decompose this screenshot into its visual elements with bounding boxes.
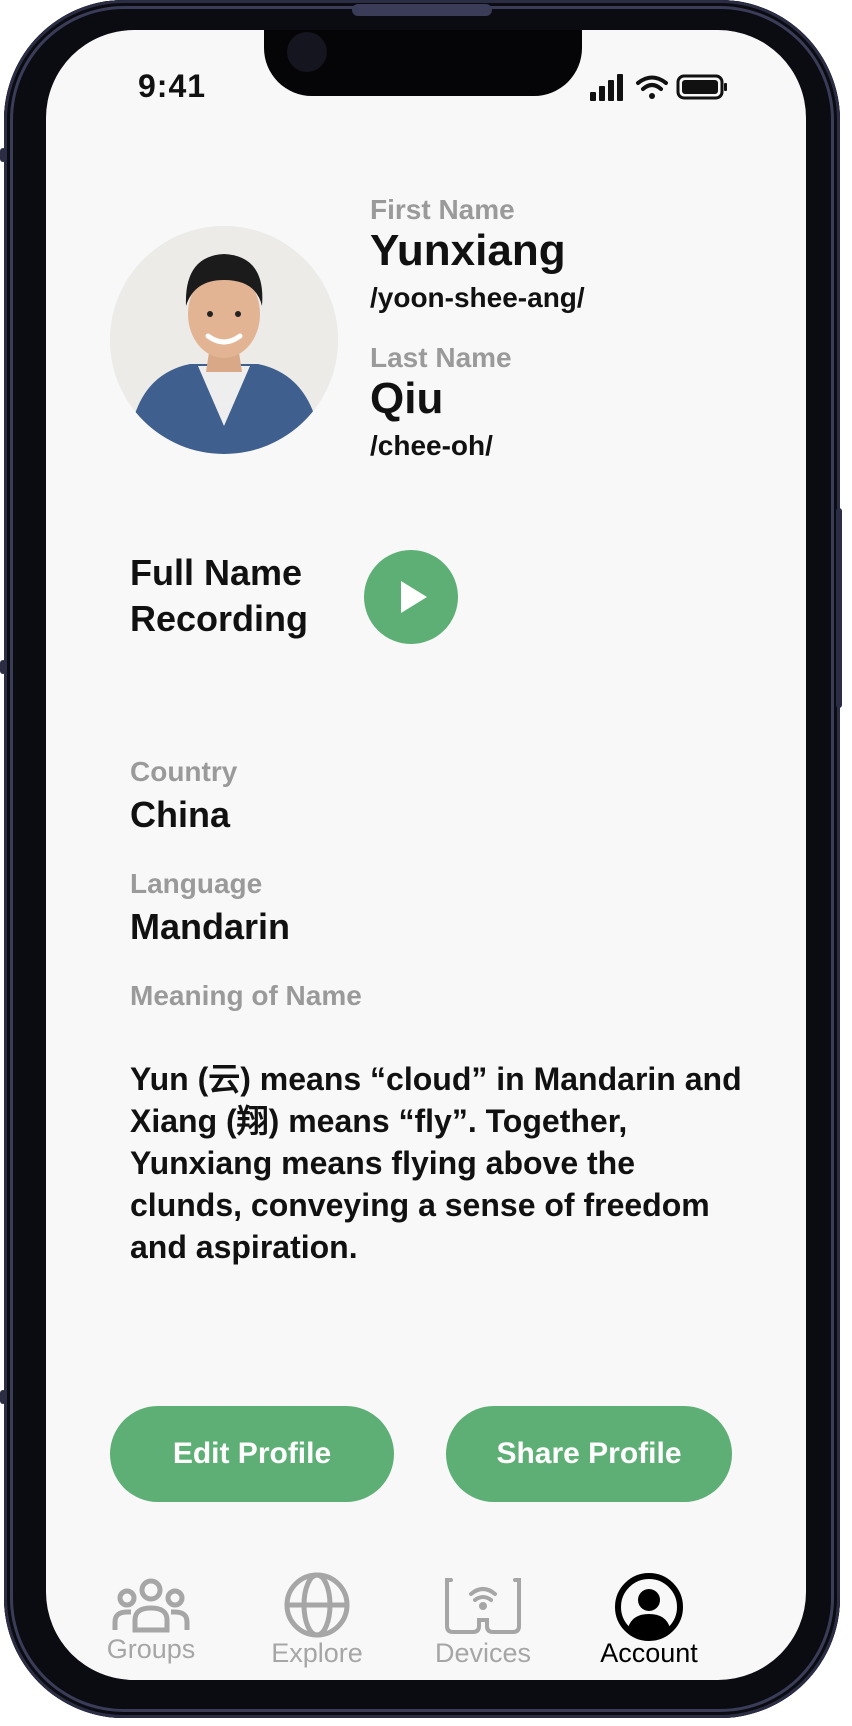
tab-devices[interactable]: Devices (408, 1570, 558, 1680)
country-label: Country (130, 756, 238, 787)
side-button (0, 1390, 6, 1404)
side-button (0, 148, 6, 162)
first-name-phonetic: /yoon-shee-ang/ (370, 282, 585, 313)
tab-bar: Groups Explore Devices Account (46, 1570, 806, 1680)
account-icon (615, 1573, 683, 1641)
last-name-value: Qiu (370, 374, 444, 423)
play-icon (401, 581, 427, 613)
tab-label: Explore (271, 1638, 363, 1668)
screen: 9:41 First Name Yunxiang /yoon-shee-ang/… (46, 30, 806, 1680)
battery-icon (676, 74, 727, 100)
power-button (836, 508, 842, 708)
tab-label: Account (600, 1638, 698, 1668)
tab-label: Devices (434, 1638, 532, 1668)
first-name-value: Yunxiang (370, 226, 566, 275)
tab-explore[interactable]: Explore (242, 1570, 392, 1680)
meaning-text: Yun (云) means “cloud” in Mandarin and Xi… (130, 1061, 742, 1265)
meaning-label: Meaning of Name (130, 980, 362, 1011)
front-camera (287, 32, 327, 72)
last-name-label: Last Name (370, 342, 512, 373)
speaker (352, 4, 492, 16)
signal-icon (590, 74, 623, 101)
play-recording-button[interactable] (364, 550, 458, 644)
language-value: Mandarin (130, 906, 291, 947)
glasses-wifi-icon (445, 1578, 521, 1634)
globe-icon (284, 1572, 350, 1638)
status-icons (590, 74, 727, 101)
wifi-icon (636, 75, 668, 99)
first-name-label: First Name (370, 194, 515, 225)
recording-label-line2: Recording (130, 598, 309, 639)
tab-groups[interactable]: Groups (76, 1570, 226, 1680)
share-profile-button[interactable]: Share Profile (446, 1406, 732, 1502)
tab-label: Groups (106, 1634, 196, 1664)
edit-profile-button[interactable]: Edit Profile (110, 1406, 394, 1502)
avatar-photo (110, 226, 338, 454)
language-label: Language (130, 868, 263, 899)
phone-frame: 9:41 First Name Yunxiang /yoon-shee-ang/… (0, 0, 842, 1718)
groups-icon (112, 1578, 190, 1633)
side-button (0, 660, 6, 674)
recording-label-line1: Full Name (130, 552, 303, 593)
country-value: China (130, 794, 231, 835)
status-time: 9:41 (138, 68, 207, 104)
full-name-recording-label: Full Name Recording (130, 550, 350, 642)
avatar (110, 226, 338, 454)
tab-account[interactable]: Account (574, 1570, 724, 1680)
last-name-phonetic: /chee-oh/ (370, 430, 493, 461)
